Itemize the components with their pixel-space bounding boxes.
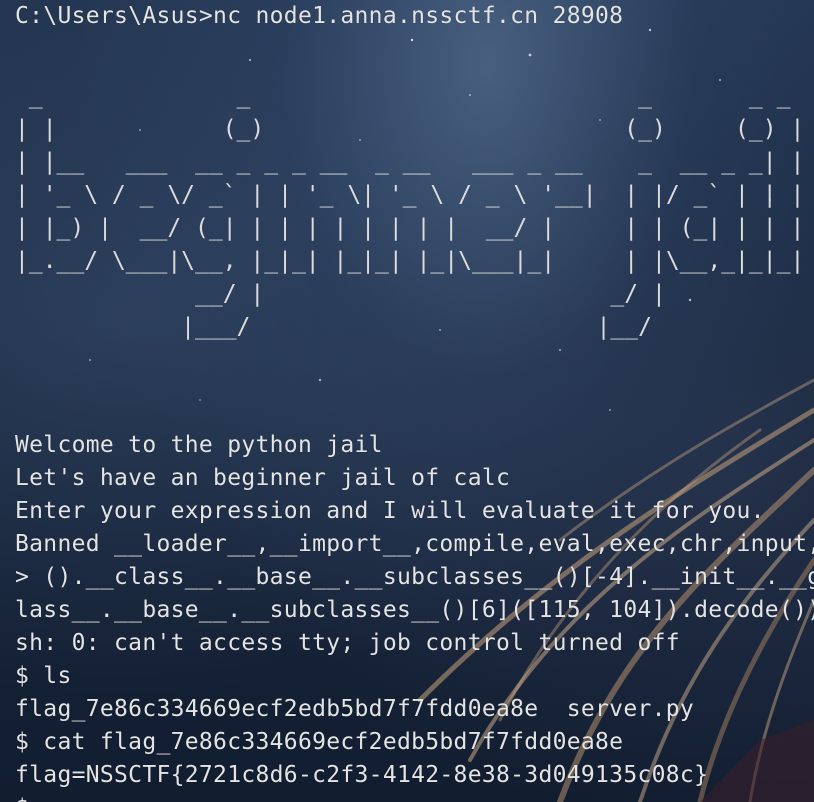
flag-output-line: flag=NSSCTF{2721c8d6-c2f3-4142-8e38-3d04… xyxy=(15,762,709,788)
ascii-art-banner: _ _ _ _ _ | | (_) (_) (_) | | |__ ___ __… xyxy=(15,83,805,340)
output-line: Banned __loader__,__import__,compile,eva… xyxy=(15,531,814,557)
input-line-continuation: lass__.__base__.__subclasses__()[6]([115… xyxy=(15,597,814,623)
command-prompt-line: C:\Users\Asus>nc node1.anna.nssctf.cn 28… xyxy=(15,3,624,29)
shell-command-line: $ ls xyxy=(15,663,72,689)
output-line: Enter your expression and I will evaluat… xyxy=(15,498,765,524)
terminal-output: C:\Users\Asus>nc node1.anna.nssctf.cn 28… xyxy=(0,0,814,802)
output-line: Let's have an beginner jail of calc xyxy=(15,465,511,491)
shell-command-line: $ cat flag_7e86c334669ecf2edb5bd7f7fdd0e… xyxy=(15,729,624,755)
output-line: sh: 0: can't access tty; job control tur… xyxy=(15,630,680,656)
output-line: flag_7e86c334669ecf2edb5bd7f7fdd0ea8e se… xyxy=(15,696,695,722)
input-line: > ().__class__.__base__.__subclasses__()… xyxy=(15,564,814,590)
output-line: Welcome to the python jail xyxy=(15,432,383,458)
shell-prompt-line[interactable]: $ xyxy=(15,792,29,802)
